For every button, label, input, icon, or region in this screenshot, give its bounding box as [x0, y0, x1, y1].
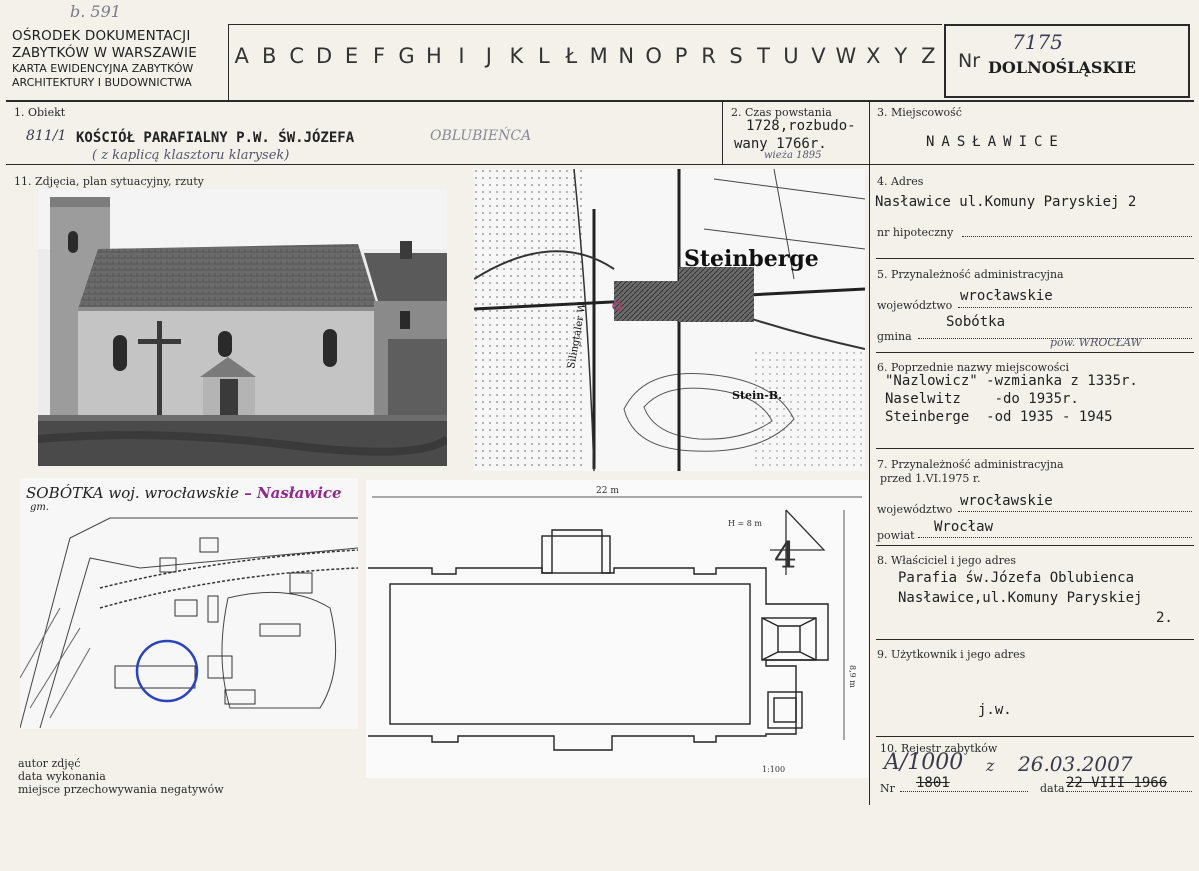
- footer-line-1: autor zdjęć: [18, 757, 81, 770]
- adres-value: Nasławice ul.Komuny Paryskiej 2: [875, 194, 1137, 210]
- przynaleznosc-hand-note: pow. WROCŁAW: [1050, 336, 1142, 349]
- obiekt-value: KOŚCIÓŁ PARAFIALNY P.W. ŚW.JÓZEFA: [76, 130, 355, 146]
- inventory-card: b. 591 OŚRODEK DOKUMENTACJI ZABYTKÓW W W…: [0, 0, 1199, 871]
- alphabet-letter: M: [589, 44, 608, 68]
- org-line-2: ZABYTKÓW W WARSZAWIE: [12, 45, 197, 61]
- obiekt-hand-note: ( z kaplicą klasztoru klarysek): [92, 148, 290, 163]
- org-line-4: ARCHITEKTURY I BUDOWNICTWA: [12, 76, 192, 89]
- poprzednie-row-2: Naselwitz -do 1935r.: [885, 391, 1079, 407]
- zdjecia-label: 11. Zdjęcia, plan sytuacyjny, rzuty: [14, 175, 204, 188]
- map-town-label: Steinberge: [684, 246, 819, 272]
- footer-line-2: data wykonania: [18, 770, 106, 783]
- przynaleznosc-gmina-value: Sobótka: [946, 314, 1006, 330]
- alphabet-letter: K: [509, 44, 524, 68]
- przynaleznosc1975-powiat-value: Wrocław: [934, 519, 994, 535]
- przynaleznosc1975-woj-line: [958, 511, 1192, 512]
- przynaleznosc1975-label-1: 7. Przynależność administracyjna: [877, 458, 1064, 471]
- alphabet-letter: X: [866, 44, 881, 68]
- alphabet-letter: Z: [921, 44, 936, 68]
- site-plan: SOBÓTKA woj. wrocławskie – Nasławice gm.: [20, 478, 358, 729]
- rejestr-hand-nr: A/1000: [884, 750, 964, 775]
- przynaleznosc-woj-line: [958, 307, 1192, 308]
- miejscowosc-value: NASŁAWICE: [926, 134, 1065, 150]
- rejestr-data-line: [1066, 791, 1192, 792]
- floor-plan-width: 22 m: [596, 486, 619, 496]
- obiekt-hand-suffix: OBLUBIEŃCA: [430, 128, 532, 144]
- przynaleznosc1975-label-2: przed 1.VI.1975 r.: [880, 472, 981, 485]
- alphabet-letter: W: [835, 44, 857, 68]
- wlasciciel-line-1: Parafia św.Józefa Oblubienca: [898, 570, 1135, 586]
- przynaleznosc-gmina-label: gmina: [877, 330, 912, 343]
- alphabet-letter: S: [729, 44, 743, 68]
- przynaleznosc-woj-value: wrocławskie: [960, 288, 1053, 304]
- floor-plan: 22 m H = 8 m 4 8,9 m 1:100: [366, 480, 868, 778]
- alphabet-letter: N: [618, 44, 635, 68]
- rejestr-nr-label: Nr: [880, 782, 895, 795]
- alphabet-letter: T: [757, 44, 770, 68]
- obiekt-hand-prefix: 811/1: [26, 128, 67, 144]
- rejestr-data-label: data: [1040, 782, 1065, 795]
- org-block: OŚRODEK DOKUMENTACJI ZABYTKÓW W WARSZAWI…: [12, 28, 228, 90]
- uzytkownik-label: 9. Użytkownik i jego adres: [877, 648, 1026, 661]
- org-line-1: OŚRODEK DOKUMENTACJI: [12, 28, 191, 44]
- topographic-map: Steinberge Stein-B. Silingtaler W.: [474, 169, 865, 471]
- church-photo: [38, 189, 447, 466]
- footer-line-3: miejsce przechowywania negatywów: [18, 783, 224, 796]
- poprzednie-row-1: "Nazlowicz" -wzmianka z 1335r.: [885, 373, 1138, 389]
- czas-line-1: 1728,rozbudo-: [746, 118, 856, 134]
- wlasciciel-line-2: Nasławice,ul.Komuny Paryskiej: [898, 590, 1143, 606]
- alphabet-letter: P: [674, 44, 688, 68]
- przynaleznosc1975-powiat-line: [918, 537, 1192, 538]
- przynaleznosc-woj-label: województwo: [877, 299, 953, 312]
- alphabet-letter: H: [426, 44, 442, 68]
- alphabet-letter: E: [344, 44, 359, 68]
- map-hill-label: Stein-B.: [732, 389, 782, 402]
- alphabet-letter: A: [234, 44, 249, 68]
- przynaleznosc1975-woj-label: województwo: [877, 503, 953, 516]
- alphabet-letter: J: [485, 44, 492, 68]
- wlasciciel-label: 8. Właściciel i jego adres: [877, 554, 1017, 567]
- rejestr-nr-value: 1801: [916, 775, 950, 791]
- wlasciciel-line-3: 2.: [1156, 610, 1173, 626]
- alphabet-letter: Ł: [565, 44, 578, 68]
- alphabet-letter: L: [537, 44, 550, 68]
- miejscowosc-label: 3. Miejscowość: [877, 106, 962, 119]
- alphabet-letter: G: [398, 44, 415, 68]
- top-note: b. 591: [70, 2, 121, 21]
- obiekt-label: 1. Obiekt: [14, 106, 66, 119]
- alphabet-letter: O: [645, 44, 662, 68]
- floor-plan-scale: 1:100: [762, 765, 785, 774]
- rejestr-data-value: 22 VIII 1966: [1066, 775, 1168, 791]
- uzytkownik-value: j.w.: [978, 702, 1012, 718]
- alphabet-letter: F: [372, 44, 386, 68]
- czas-hand-note: wieża 1895: [764, 150, 822, 161]
- przynaleznosc-label: 5. Przynależność administracyjna: [877, 268, 1064, 281]
- voivodeship-stamp: DOLNOŚLĄSKIE: [988, 58, 1136, 77]
- nr-handwritten: 7175: [1012, 30, 1063, 54]
- hipoteczny-line: [962, 236, 1192, 237]
- przynaleznosc1975-woj-value: wrocławskie: [960, 493, 1053, 509]
- rejestr-hand-date: 26.03.2007: [1018, 752, 1133, 776]
- alphabet-letter: C: [289, 44, 304, 68]
- floor-plan-h: H = 8 m: [728, 519, 762, 528]
- rejestr-hand-z: z: [986, 756, 995, 775]
- alphabet-letter: D: [316, 44, 333, 68]
- nr-label: Nr: [958, 50, 981, 72]
- alphabet-letter: U: [783, 44, 799, 68]
- alphabet-letter: B: [261, 44, 277, 68]
- floor-plan-sheet-no: 4: [774, 536, 797, 577]
- org-line-3: KARTA EWIDENCYJNA ZABYTKÓW: [12, 62, 194, 75]
- alphabet-letter: Y: [894, 44, 908, 68]
- alphabet-letter: I: [458, 44, 465, 68]
- alphabet-letter: R: [701, 44, 716, 68]
- floor-plan-height: 8,9 m: [848, 665, 857, 688]
- hipoteczny-label: nr hipoteczny: [877, 226, 954, 239]
- adres-label: 4. Adres: [877, 175, 924, 188]
- przynaleznosc1975-powiat-label: powiat: [877, 529, 915, 542]
- poprzednie-row-3: Steinberge -od 1935 - 1945: [885, 409, 1113, 425]
- rejestr-nr-line: [900, 791, 1028, 792]
- alphabet-letter: V: [811, 44, 826, 68]
